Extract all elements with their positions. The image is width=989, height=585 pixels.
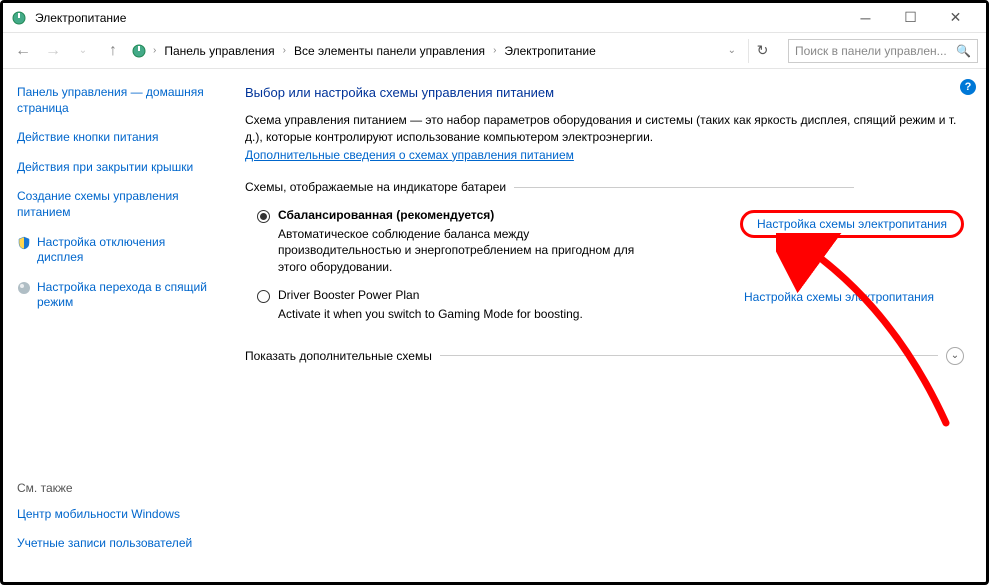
see-also-label: См. также <box>17 481 209 495</box>
plans-section-label: Схемы, отображаемые на индикаторе батаре… <box>245 180 964 194</box>
maximize-button[interactable]: ☐ <box>888 3 933 32</box>
navbar: ← → ⌄ ↑ › Панель управления › Все элемен… <box>3 33 986 69</box>
sidebar-bottom: См. также Центр мобильности Windows Учет… <box>17 481 209 566</box>
plan-settings-link-balanced[interactable]: Настройка схемы электропитания <box>740 210 964 238</box>
plan-description: Автоматическое соблюдение баланса между … <box>278 226 638 276</box>
chevron-right-icon: › <box>153 45 156 56</box>
sidebar-link-power-button[interactable]: Действие кнопки питания <box>17 130 209 146</box>
breadcrumb-item[interactable]: Электропитание <box>504 44 595 58</box>
sidebar-link-mobility[interactable]: Центр мобильности Windows <box>17 507 209 523</box>
show-more-label: Показать дополнительные схемы <box>245 349 432 363</box>
plan-name[interactable]: Driver Booster Power Plan <box>278 288 736 302</box>
titlebar: Электропитание ─ ☐ ✕ <box>3 3 986 33</box>
radio-driver-booster[interactable] <box>257 290 270 303</box>
chevron-right-icon: › <box>283 45 286 56</box>
chevron-right-icon: › <box>493 45 496 56</box>
recent-dropdown[interactable]: ⌄ <box>71 39 95 63</box>
close-button[interactable]: ✕ <box>933 3 978 32</box>
power-icon <box>131 43 147 59</box>
more-info-link[interactable]: Дополнительные сведения о схемах управле… <box>245 148 574 162</box>
power-plan-driver-booster: Driver Booster Power Plan Activate it wh… <box>245 282 964 329</box>
sidebar-home-link[interactable]: Панель управления — домашняя страница <box>17 85 209 116</box>
search-placeholder: Поиск в панели управлен... <box>795 44 947 58</box>
minimize-button[interactable]: ─ <box>843 3 888 32</box>
help-icon[interactable]: ? <box>960 79 976 95</box>
expand-button[interactable]: ⌄ <box>946 347 964 365</box>
sidebar-link-sleep[interactable]: Настройка перехода в спящий режим <box>37 280 209 311</box>
forward-button[interactable]: → <box>41 39 65 63</box>
orb-icon <box>17 281 31 295</box>
power-icon <box>11 10 27 26</box>
breadcrumb-dropdown[interactable]: ⌄ <box>728 45 736 56</box>
window-title: Электропитание <box>35 11 843 25</box>
breadcrumb[interactable]: › Панель управления › Все элементы панел… <box>153 44 722 58</box>
up-button[interactable]: ↑ <box>101 39 125 63</box>
search-icon: 🔍 <box>956 44 971 58</box>
power-plan-balanced: Сбалансированная (рекомендуется) Автомат… <box>245 202 964 282</box>
sidebar-link-display-off[interactable]: Настройка отключения дисплея <box>37 235 209 266</box>
main-content: ? Выбор или настройка схемы управления п… <box>223 69 986 582</box>
back-button[interactable]: ← <box>11 39 35 63</box>
radio-balanced[interactable] <box>257 210 270 223</box>
sidebar-link-accounts[interactable]: Учетные записи пользователей <box>17 536 209 552</box>
sidebar-link-lid-close[interactable]: Действия при закрытии крышки <box>17 160 209 176</box>
shield-icon <box>17 236 31 250</box>
divider <box>440 355 938 356</box>
plan-name[interactable]: Сбалансированная (рекомендуется) <box>278 208 732 222</box>
refresh-button[interactable]: ↻ <box>748 39 776 63</box>
plan-description: Activate it when you switch to Gaming Mo… <box>278 306 638 323</box>
sidebar: Панель управления — домашняя страница Де… <box>3 69 223 582</box>
page-title: Выбор или настройка схемы управления пит… <box>245 85 964 100</box>
sidebar-link-create-plan[interactable]: Создание схемы управления питанием <box>17 189 209 220</box>
breadcrumb-item[interactable]: Панель управления <box>164 44 274 58</box>
show-more-plans[interactable]: Показать дополнительные схемы ⌄ <box>245 347 964 365</box>
breadcrumb-item[interactable]: Все элементы панели управления <box>294 44 485 58</box>
page-description: Схема управления питанием — это набор па… <box>245 112 964 146</box>
plan-settings-link-driver-booster[interactable]: Настройка схемы электропитания <box>744 290 934 304</box>
search-input[interactable]: Поиск в панели управлен... 🔍 <box>788 39 978 63</box>
